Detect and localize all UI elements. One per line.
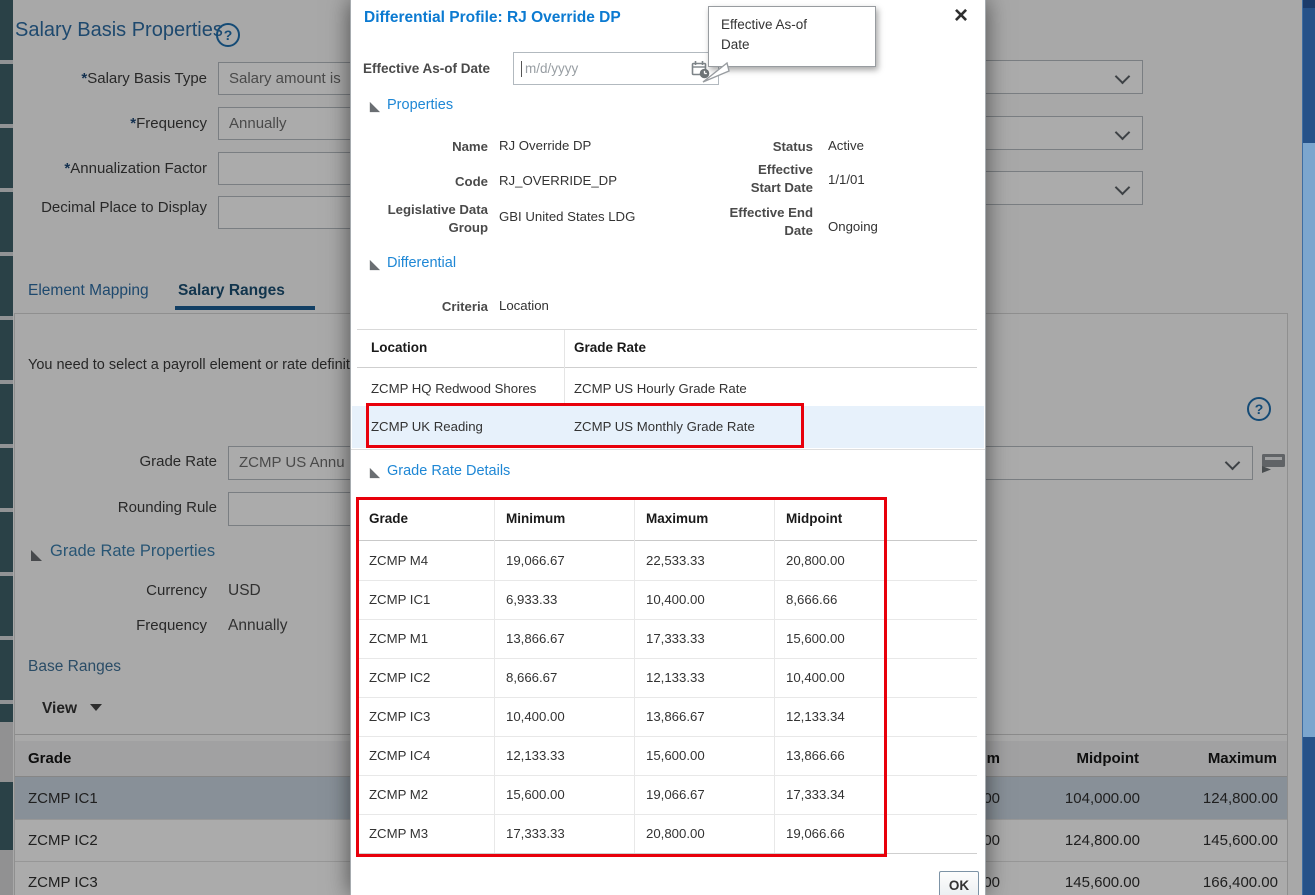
location-table-top-border — [357, 329, 977, 330]
ldg-value: GBI United States LDG — [499, 209, 636, 224]
effective-start-label: Effective Start Date — [750, 162, 813, 195]
criteria-value: Location — [499, 298, 549, 313]
disclosure-triangle-icon[interactable] — [367, 100, 381, 114]
cell-grade-rate: ZCMP US Hourly Grade Rate — [574, 381, 747, 396]
code-value: RJ_OVERRIDE_DP — [499, 173, 617, 188]
status-value: Active — [828, 138, 864, 153]
tooltip-caret — [702, 61, 730, 83]
disclosure-triangle-icon[interactable] — [367, 258, 381, 272]
scrollbar-lower-segment — [1303, 737, 1315, 895]
effective-end-value: Ongoing — [828, 219, 878, 234]
criteria-label: Criteria — [441, 299, 488, 314]
cell-location: ZCMP HQ Redwood Shores — [371, 381, 537, 396]
scrollbar-track[interactable] — [1302, 0, 1315, 895]
dialog-title: Differential Profile: RJ Override DP — [364, 9, 621, 26]
disclosure-triangle-icon[interactable] — [367, 466, 381, 480]
ok-button[interactable]: OK — [939, 871, 979, 895]
column-header-grade-rate[interactable]: Grade Rate — [574, 340, 646, 355]
section-grade-rate-details[interactable]: Grade Rate Details — [387, 463, 510, 479]
scrollbar-thumb[interactable] — [1303, 8, 1315, 143]
code-label: Code — [455, 174, 488, 189]
name-value: RJ Override DP — [499, 138, 592, 153]
section-properties[interactable]: Properties — [387, 97, 453, 113]
tooltip: Effective As-of Date — [702, 6, 876, 83]
effective-date-input[interactable]: m/d/yyyy — [513, 52, 719, 85]
tooltip-text: Effective As-of Date — [721, 17, 808, 53]
annotation-box-grade-rate-details — [356, 497, 887, 857]
column-header-location[interactable]: Location — [371, 340, 427, 355]
effective-start-value: 1/1/01 — [828, 172, 865, 187]
application-screen: Salary Basis Properties ? *Salary Basis … — [0, 0, 1315, 895]
effective-date-placeholder: m/d/yyyy — [525, 61, 579, 76]
ldg-label: Legislative Data Group — [387, 202, 488, 235]
effective-date-label: Effective As-of Date — [363, 61, 491, 76]
status-label: Status — [772, 139, 813, 154]
effective-end-label: Effective End Date — [729, 205, 813, 238]
section-differential[interactable]: Differential — [387, 255, 456, 271]
scrollbar-end-cap — [1303, 0, 1315, 8]
close-icon[interactable]: × — [949, 2, 973, 29]
location-table-bottom-border — [351, 449, 985, 450]
annotation-box-selected-location-row — [366, 403, 804, 448]
name-label: Name — [452, 139, 488, 154]
text-cursor — [521, 61, 522, 77]
